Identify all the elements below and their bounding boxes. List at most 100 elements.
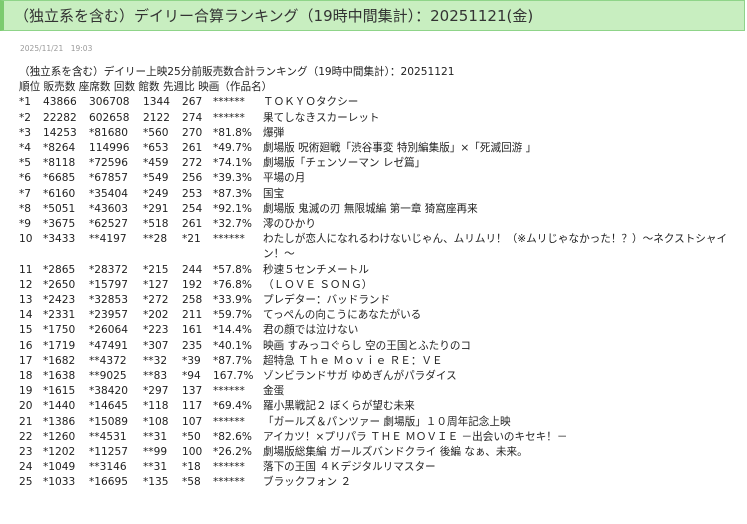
ranking-cell: *87.7%: [213, 354, 252, 367]
ranking-cell: *87.3%: [213, 187, 252, 200]
ranking-cell: *6: [19, 172, 32, 185]
ranking-cell: 23: [19, 446, 33, 459]
ranking-row: *9 *3675 *62527 *518 261 *32.7% 澪のひかり: [19, 217, 741, 232]
ranking-cell: 261: [182, 218, 203, 231]
ranking-cell: **4531: [89, 430, 127, 443]
ranking-cell: 澪のひかり: [263, 218, 316, 231]
ranking-row: 11 *2865 *28372 *215 244 *57.8% 秒速５センチメートル: [19, 263, 741, 278]
ranking-cell: *3: [19, 126, 32, 139]
ranking-cell: *81680: [89, 126, 128, 139]
ranking-cell: *38420: [89, 385, 128, 398]
ranking-cell: 2122: [143, 111, 170, 124]
ranking-cell: ******: [213, 385, 245, 398]
ranking-cell: *307: [143, 339, 169, 352]
ranking-cell: 羅小黒戦記２ ぼくらが望む未来: [263, 400, 415, 413]
ranking-cell: *1260: [43, 430, 76, 443]
ranking-cell: **4197: [89, 233, 127, 246]
ranking-row: *7 *6160 *35404 *249 253 *87.3% 国宝: [19, 187, 741, 202]
ranking-cell: 21: [19, 415, 33, 428]
ranking-cell: *1638: [43, 370, 76, 383]
ranking-cell: 22: [19, 430, 33, 443]
ranking-cell: **83: [143, 370, 168, 383]
ranking-cell: 14: [19, 309, 33, 322]
ranking-cell: *43603: [89, 202, 128, 215]
ranking-cell: *39: [182, 354, 201, 367]
ranking-cell: *26.2%: [213, 446, 252, 459]
ranking-row: *8 *5051 *43603 *291 254 *92.1% 劇場版 鬼滅の刃 無限城編 …: [19, 202, 741, 217]
ranking-cell: *21: [182, 233, 201, 246]
ranking-cell: 256: [182, 172, 203, 185]
ranking-cell: 15: [19, 324, 33, 337]
ranking-cell: 劇場版「チェンソーマン レゼ篇」: [263, 157, 426, 170]
ranking-heading: （独立系を含む）デイリー上映25分前販売数合計ランキング（19時中間集計）：20…: [19, 66, 455, 78]
ranking-row: 14 *2331 *23957 *202 211 *59.7% てっぺんの向こうにあなたがい…: [19, 308, 741, 323]
ranking-cell: 金蛋: [263, 385, 285, 398]
ranking-cell: *1202: [43, 446, 76, 459]
ranking-cell: 10: [19, 233, 33, 246]
ranking-cell: 劇場版総集編 ガールズバンドクライ 後編 なぁ、未来。: [263, 446, 528, 459]
ranking-cell: ******: [213, 111, 245, 124]
ranking-cell: 22282: [43, 111, 77, 124]
ranking-cell: *57.8%: [213, 263, 252, 276]
ranking-row: *6 *6685 *67857 *549 256 *39.3% 平場の月: [19, 171, 741, 186]
ranking-cell: *1719: [43, 339, 76, 352]
ranking-cell: *2331: [43, 309, 76, 322]
ranking-cell: *135: [143, 476, 169, 489]
ranking-cell: 爆弾: [263, 126, 285, 139]
ranking-cell: 161: [182, 324, 203, 337]
ranking-cell: *8: [19, 202, 32, 215]
ranking-row: *1 43866 306708 1344 267 ****** ＴＯＫＹＯタクシー: [19, 95, 741, 110]
ranking-cell: 18: [19, 370, 33, 383]
ranking-cell: *94: [182, 370, 201, 383]
ranking-row: *2 22282 602658 2122 274 ****** 果てしなきスカーレット: [19, 111, 741, 126]
ranking-cell: 17: [19, 354, 33, 367]
ranking-cell: 1344: [143, 96, 170, 109]
ranking-cell: *3433: [43, 233, 76, 246]
ranking-cell: *223: [143, 324, 169, 337]
ranking-cell: 「ガールズ＆パンツァー 劇場版」１０周年記念上映: [263, 415, 511, 428]
ranking-cell: 25: [19, 476, 33, 489]
ranking-cell: 19: [19, 385, 33, 398]
ranking-cell: *58: [182, 476, 201, 489]
ranking-cell: *72596: [89, 157, 128, 170]
ranking-cell: *2: [19, 111, 32, 124]
ranking-cell: 261: [182, 142, 203, 155]
ranking-cell: 192: [182, 278, 203, 291]
ranking-cell: 劇場版 呪術廻戦「渋谷事変 特別編集版」×「死滅回游 」: [263, 142, 537, 155]
ranking-row: 18 *1638 **9025 **83 *94 167.7% ゾンビランドサガ ゆめぎんが…: [19, 369, 741, 384]
ranking-cell: 16: [19, 339, 33, 352]
ranking-cell: 235: [182, 339, 203, 352]
ranking-cell: 果てしなきスカーレット: [263, 111, 380, 124]
ranking-cell: *81.8%: [213, 126, 252, 139]
ranking-cell: 306708: [89, 96, 130, 109]
ranking-cell: ＴＯＫＹＯタクシー: [263, 96, 359, 109]
ranking-cell: *14645: [89, 400, 128, 413]
ranking-cell: *459: [143, 157, 169, 170]
ranking-cell: 272: [182, 157, 203, 170]
ranking-cell: *272: [143, 294, 169, 307]
ranking-cell: *1049: [43, 461, 76, 474]
ranking-cell: *26064: [89, 324, 128, 337]
article-title[interactable]: （独立系を含む）デイリー合算ランキング（19時中間集計）：20251121(金): [14, 5, 533, 26]
ranking-cell: *49.7%: [213, 142, 252, 155]
ranking-cell: ******: [213, 96, 245, 109]
ranking-cell: *4: [19, 142, 32, 155]
post-date: 2025/11/21 19:03: [20, 44, 93, 53]
ranking-cell: 11: [19, 263, 33, 276]
ranking-cell: *15089: [89, 415, 128, 428]
ranking-cell: 602658: [89, 111, 130, 124]
ranking-cell: *32853: [89, 294, 128, 307]
ranking-cell: *50: [182, 430, 201, 443]
ranking-cell: *23957: [89, 309, 128, 322]
ranking-cell: 253: [182, 187, 203, 200]
ranking-cell: *7: [19, 187, 32, 200]
ranking-row: *3 14253 *81680 *560 270 *81.8% 爆弾: [19, 126, 741, 141]
ranking-cell: 14253: [43, 126, 77, 139]
ranking-cell: *2423: [43, 294, 76, 307]
ranking-cell: ゾンビランドサガ ゆめぎんがパラダイス: [263, 370, 457, 383]
ranking-cell: 国宝: [263, 187, 285, 200]
ranking-cell: **32: [143, 354, 168, 367]
ranking-row: 22 *1260 **4531 **31 *50 *82.6% アイカツ！×プリパラ ＴＨＥ…: [19, 430, 741, 445]
ranking-cell: 267: [182, 96, 203, 109]
ranking-cell: *2650: [43, 278, 76, 291]
